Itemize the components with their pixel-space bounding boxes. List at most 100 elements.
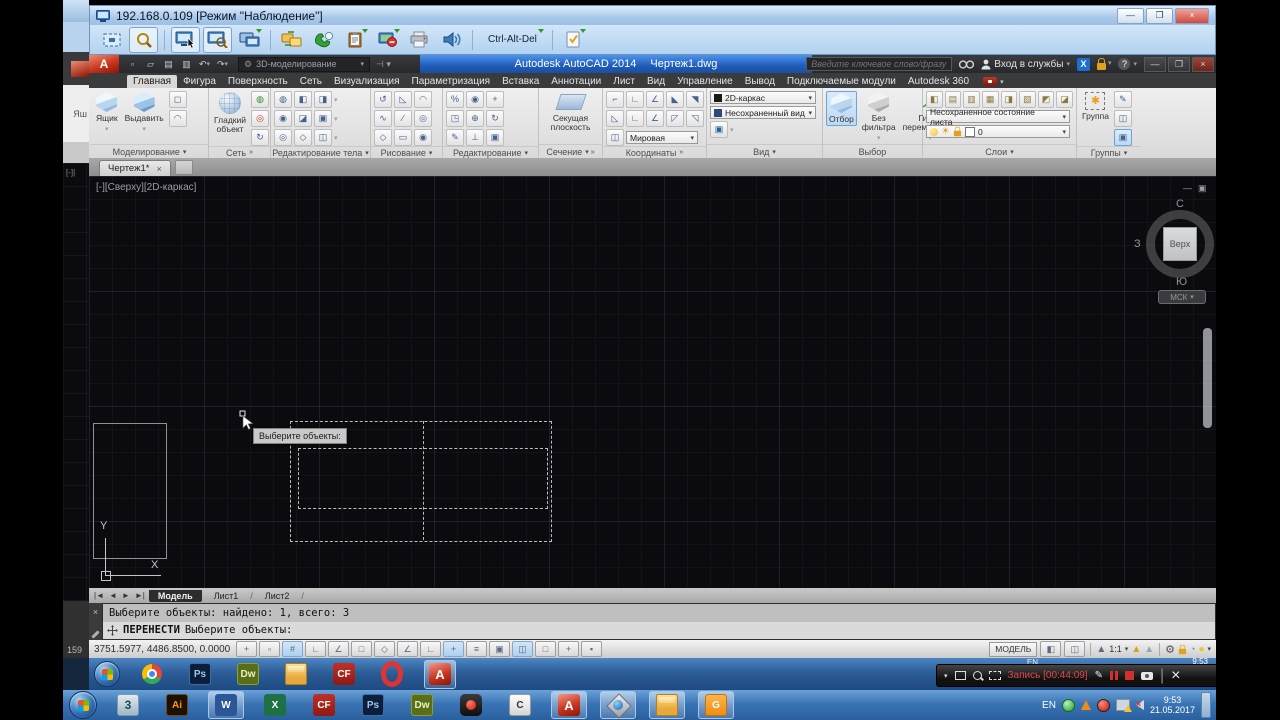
rotate-icon[interactable]: ◉ [466, 91, 484, 108]
mesh-panel-label[interactable]: Сеть» [209, 146, 270, 158]
otrack-toggle[interactable]: ∠ [397, 641, 418, 657]
exchange-apps-icon[interactable]: X [1077, 58, 1090, 71]
plot-icon[interactable]: ▥ [179, 58, 194, 71]
ucs-y-icon[interactable]: ◹ [686, 110, 704, 127]
move-icon[interactable]: + [486, 91, 504, 108]
ucs-origin-icon[interactable]: ◺ [606, 110, 624, 127]
arc-icon[interactable]: ◠ [414, 91, 432, 108]
command-close-icon[interactable]: × [93, 607, 98, 617]
undo-icon[interactable]: ↶▾ [197, 58, 212, 71]
command-customize-wrench-icon[interactable] [91, 630, 99, 638]
culling-button[interactable]: Отбор [826, 91, 857, 126]
viewcube-top-face[interactable]: Верх [1163, 227, 1197, 261]
file-tab-close-icon[interactable]: × [156, 164, 161, 174]
polysolid-icon[interactable]: ◻ [169, 91, 187, 108]
modeling-panel-label[interactable]: Моделирование▾ [91, 144, 208, 158]
remote-task-opera[interactable] [376, 660, 408, 689]
smooth-more-icon[interactable]: ◍ [251, 91, 269, 108]
local-task-explorer[interactable] [649, 691, 685, 719]
smooth-object-button[interactable]: Гладкий объект [212, 91, 248, 135]
local-task-3dsmax[interactable]: 3 [110, 691, 146, 719]
layer-state-dropdown[interactable]: Несохраненное состояние листа▾ [926, 110, 1070, 123]
ucs-named-icon[interactable]: ◫ [606, 129, 624, 146]
local-task-photoshop[interactable]: Ps [355, 691, 391, 719]
file-transfer-button[interactable] [277, 27, 306, 53]
tab-vstavka[interactable]: Вставка [496, 75, 545, 88]
line-icon[interactable]: ◺ [394, 91, 412, 108]
workspace-gear-icon[interactable]: ⚙ [1165, 643, 1175, 656]
infer-constraints-toggle[interactable]: + [236, 641, 257, 657]
tab-upravlenie[interactable]: Управление [671, 75, 739, 88]
layout2-tab[interactable]: Лист2 [256, 590, 299, 602]
local-start-button[interactable] [69, 691, 97, 719]
selection-cycling-toggle[interactable]: □ [535, 641, 556, 657]
ui-lock-icon[interactable] [1179, 648, 1186, 654]
open-file-icon[interactable]: ▱ [143, 58, 158, 71]
polygon-icon[interactable]: ◇ [374, 129, 392, 146]
viewport-controls-label[interactable]: [-][Сверху][2D-каркас] [96, 182, 196, 193]
tray-update-icon[interactable] [1081, 700, 1091, 710]
printer-button[interactable] [405, 27, 434, 53]
fit-screen-button[interactable] [97, 27, 126, 53]
recorder-zoom-icon[interactable] [973, 671, 982, 680]
layer-current-icon[interactable]: ▧ [1019, 91, 1036, 108]
model-space-toggle[interactable]: ▪ [581, 641, 602, 657]
slice-icon[interactable]: ◉ [274, 110, 292, 127]
viewcube[interactable]: С Ю З В Верх [1138, 202, 1216, 286]
ucs-dropdown[interactable]: Мировая▾ [626, 131, 698, 144]
remote-start-button[interactable] [94, 661, 120, 687]
edit-icon[interactable]: ✎ [446, 129, 464, 146]
selection-panel-label[interactable]: Выбор [823, 144, 922, 158]
model-tab[interactable]: Модель [149, 590, 202, 602]
annotation-scale-value[interactable]: 1:1 [1109, 644, 1122, 654]
local-task-recorder[interactable] [453, 691, 489, 719]
local-task-dreamweaver[interactable]: Dw [404, 691, 440, 719]
remote-task-photoshop[interactable]: Ps [184, 660, 216, 689]
grid-toggle[interactable]: # [282, 641, 303, 657]
transparency-toggle[interactable]: ▣ [489, 641, 510, 657]
spline-icon[interactable]: ∿ [374, 110, 392, 127]
drawing-quickview-icon[interactable]: ◫ [1064, 641, 1085, 657]
tab-vizualizatsiya[interactable]: Визуализация [328, 75, 405, 88]
viewcube-wcs-menu[interactable]: МСК▾ [1158, 290, 1206, 304]
local-task-excel[interactable]: X [257, 691, 293, 719]
osnap-toggle[interactable]: □ [351, 641, 372, 657]
section-plane-button[interactable]: Секущая плоскость [542, 91, 599, 133]
tab-figura[interactable]: Фигура [177, 75, 222, 88]
quick-properties-toggle[interactable]: ◫ [512, 641, 533, 657]
tab-list[interactable]: Лист [607, 75, 641, 88]
intersect-icon[interactable]: ◨ [314, 91, 332, 108]
command-prompt-line[interactable]: ПЕРЕНЕСТИ Выберите объекты: [103, 622, 1215, 640]
tab-vid[interactable]: Вид [641, 75, 671, 88]
redo-icon[interactable]: ↷▾ [215, 58, 230, 71]
viewer-maximize-button[interactable]: ❐ [1146, 8, 1173, 24]
recorder-menu-icon[interactable]: ▾ [944, 672, 948, 680]
explode-icon[interactable]: ⊥ [466, 129, 484, 146]
ungroup-icon[interactable]: ✎ [1114, 91, 1132, 108]
layer-isolate-icon[interactable]: ▥ [963, 91, 980, 108]
rectangle-icon[interactable]: ▭ [394, 129, 412, 146]
recorder-region-icon[interactable] [989, 671, 1001, 680]
groups-panel-label[interactable]: Группы▾ [1077, 146, 1141, 158]
viewport-config-icon[interactable]: ▣ [710, 121, 728, 138]
acad-minimize-button[interactable]: — [1144, 57, 1166, 72]
recorder-close-button[interactable]: × [1171, 667, 1180, 685]
group-bounding-icon[interactable]: ▣ [1114, 129, 1132, 146]
xline-icon[interactable]: ∕ [394, 110, 412, 127]
filter-button[interactable]: Без фильтра▾ [860, 91, 898, 144]
new-drawing-tab-button[interactable] [175, 160, 193, 175]
model-space-button[interactable]: МОДЕЛЬ [989, 642, 1037, 657]
separate-icon[interactable]: ◎ [274, 129, 292, 146]
subtract-icon[interactable]: ◧ [294, 91, 312, 108]
box-button[interactable]: Ящик▾ [94, 91, 120, 135]
recorder-window-icon[interactable] [955, 671, 966, 680]
modify-panel-label[interactable]: Редактирование▾ [443, 146, 538, 158]
remote-task-autocad[interactable]: A [424, 660, 456, 689]
last-layout-button[interactable]: ►| [134, 591, 146, 600]
local-task-illustrator[interactable]: Ai [159, 691, 195, 719]
recorder-stop-button[interactable] [1125, 671, 1134, 680]
ortho-toggle[interactable]: ∟ [305, 641, 326, 657]
new-file-icon[interactable]: ▫ [125, 58, 140, 71]
tab-glavnaya[interactable]: Главная [127, 75, 177, 88]
ucs-view-icon[interactable]: ◥ [686, 91, 704, 108]
